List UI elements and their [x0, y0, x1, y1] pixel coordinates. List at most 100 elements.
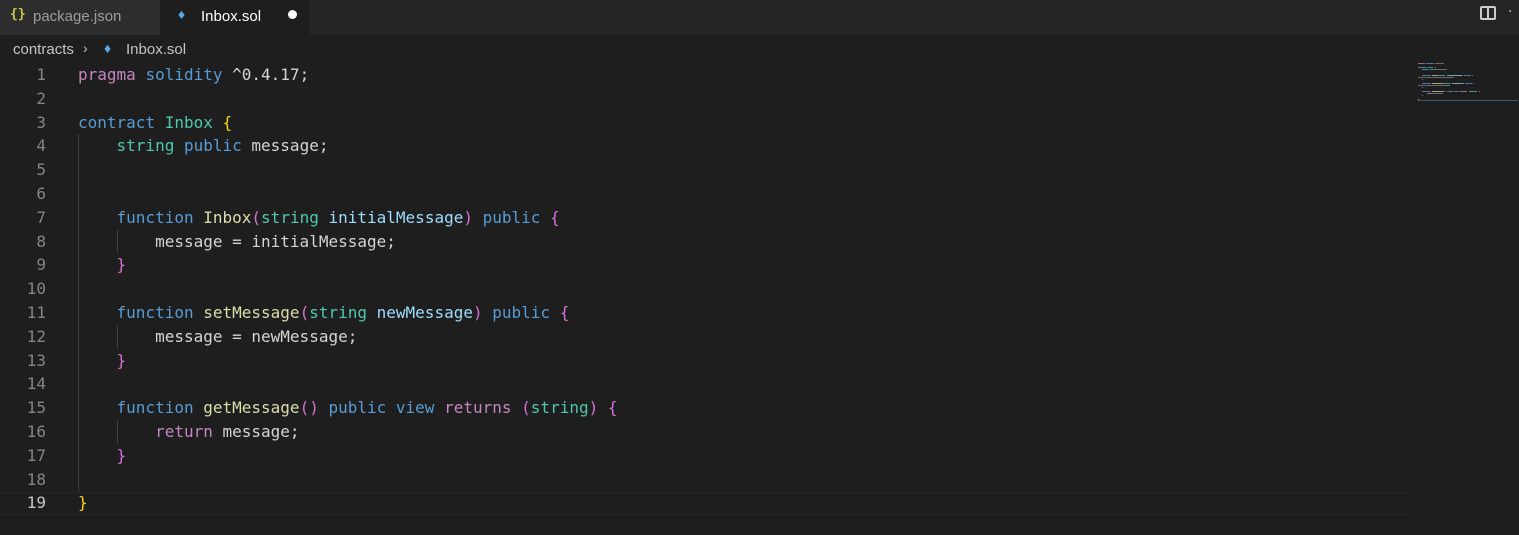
minimap-token: [1432, 91, 1444, 92]
tab-inbox-sol[interactable]: ♦ Inbox.sol: [160, 0, 310, 35]
minimap-token: [1452, 83, 1464, 84]
code-text: contract Inbox {: [78, 111, 232, 135]
code-line[interactable]: 18: [0, 468, 1412, 492]
code-token: string: [530, 398, 589, 418]
minimap-token: [1476, 91, 1478, 92]
code-line[interactable]: 3 contract Inbox {: [0, 111, 1412, 135]
code-token: solidity: [145, 65, 223, 84]
code-token: ): [588, 398, 599, 418]
code-line[interactable]: 9 }: [0, 253, 1412, 277]
minimap-token: [1465, 83, 1472, 84]
code-line[interactable]: 8 message = initialMessage;: [0, 230, 1412, 254]
solidity-icon: ♦: [178, 6, 186, 22]
line-number: 4: [36, 136, 46, 156]
minimap-token: [1425, 63, 1435, 64]
breadcrumb-folder[interactable]: contracts: [13, 41, 74, 58]
code-text: pragma solidity ^0.4.17;: [78, 63, 309, 87]
minimap-token: [1418, 63, 1425, 64]
code-text: function Inbox(string initialMessage) pu…: [78, 206, 560, 230]
code-token: string: [261, 207, 319, 227]
unsaved-dot-icon[interactable]: [288, 10, 297, 19]
code-line[interactable]: 13 }: [0, 349, 1412, 373]
minimap-token: [1436, 69, 1447, 70]
breadcrumb: contracts › ♦ Inbox.sol: [0, 35, 1519, 65]
minimap-token: [1430, 69, 1437, 70]
chevron-right-icon: ›: [83, 40, 88, 56]
line-number: 15: [26, 398, 46, 418]
tab-bar: {} package.json ♦ Inbox.sol ·: [0, 0, 1519, 35]
minimap-token: [1473, 83, 1475, 84]
code-text: }: [78, 253, 127, 277]
line-number: 6: [36, 184, 46, 203]
code-line[interactable]: 12 message = newMessage;: [0, 325, 1412, 349]
code-line[interactable]: 7 function Inbox(string initialMessage) …: [0, 206, 1412, 230]
line-number: 8: [36, 231, 46, 251]
code-editor[interactable]: 1 pragma solidity ^0.4.17; 2 3 contract Inbo…: [0, 63, 1412, 535]
code-text: return message;: [78, 420, 300, 444]
minimap-token: [1422, 91, 1432, 92]
minimap-token: [1433, 93, 1444, 94]
line-number: 16: [26, 422, 46, 441]
minimap-token: [1418, 85, 1450, 86]
minimap-token: [1427, 67, 1434, 68]
split-editor-icon[interactable]: [1480, 6, 1496, 20]
code-line[interactable]: 5: [0, 158, 1412, 182]
breadcrumb-file[interactable]: Inbox.sol: [126, 41, 186, 58]
code-token: returns: [444, 398, 512, 418]
minimap-token: [1443, 91, 1446, 92]
code-token: view: [395, 398, 435, 418]
code-token: public: [482, 207, 541, 227]
code-line[interactable]: 15 function getMessage() public view ret…: [0, 396, 1412, 420]
code-token: public: [492, 303, 551, 322]
line-number: 11: [26, 303, 46, 322]
code-token: public: [183, 136, 242, 156]
minimap-token: [1463, 83, 1465, 84]
code-line[interactable]: 19}: [0, 491, 1412, 515]
code-line[interactable]: 16 return message;: [0, 420, 1412, 444]
line-number: 10: [26, 279, 46, 299]
code-token: newMessage: [376, 303, 473, 322]
more-actions-icon[interactable]: ·: [1508, 4, 1512, 20]
code-line[interactable]: 17 }: [0, 444, 1412, 468]
minimap-slider[interactable]: [1418, 100, 1518, 101]
code-line[interactable]: 10: [0, 277, 1412, 301]
minimap[interactable]: [1418, 63, 1518, 123]
minimap-token: [1422, 83, 1432, 84]
code-line[interactable]: 11 function setMessage(string newMessage…: [0, 301, 1412, 325]
line-number: 5: [36, 160, 46, 180]
minimap-token: [1471, 75, 1473, 76]
minimap-token: [1478, 91, 1480, 92]
tab-label: Inbox.sol: [201, 8, 262, 25]
minimap-token: [1464, 75, 1471, 76]
code-text: message = newMessage;: [78, 325, 357, 349]
code-line[interactable]: 2: [0, 87, 1412, 111]
code-line[interactable]: 14: [0, 372, 1412, 396]
line-number: 12: [26, 326, 46, 346]
solidity-icon: ♦: [104, 40, 112, 56]
json-braces-icon: {}: [10, 7, 26, 22]
minimap-token: [1432, 83, 1444, 84]
code-token: }: [116, 350, 127, 370]
minimap-token: [1444, 83, 1451, 84]
code-token: string: [309, 303, 367, 322]
minimap-token: [1422, 95, 1424, 96]
code-token: (: [521, 398, 531, 418]
minimap-token: [1418, 77, 1455, 78]
line-number: 13: [26, 350, 46, 370]
code-line[interactable]: 4 string public message;: [0, 134, 1412, 158]
code-line[interactable]: 1 pragma solidity ^0.4.17;: [0, 63, 1412, 87]
minimap-token: [1434, 63, 1445, 64]
tab-package-json[interactable]: {} package.json: [0, 0, 160, 35]
code-token: Inbox: [203, 207, 252, 227]
code-token: message;: [241, 136, 329, 156]
code-token: getMessage: [203, 398, 300, 418]
code-text: string public message;: [78, 134, 329, 158]
code-line[interactable]: 6: [0, 182, 1412, 206]
